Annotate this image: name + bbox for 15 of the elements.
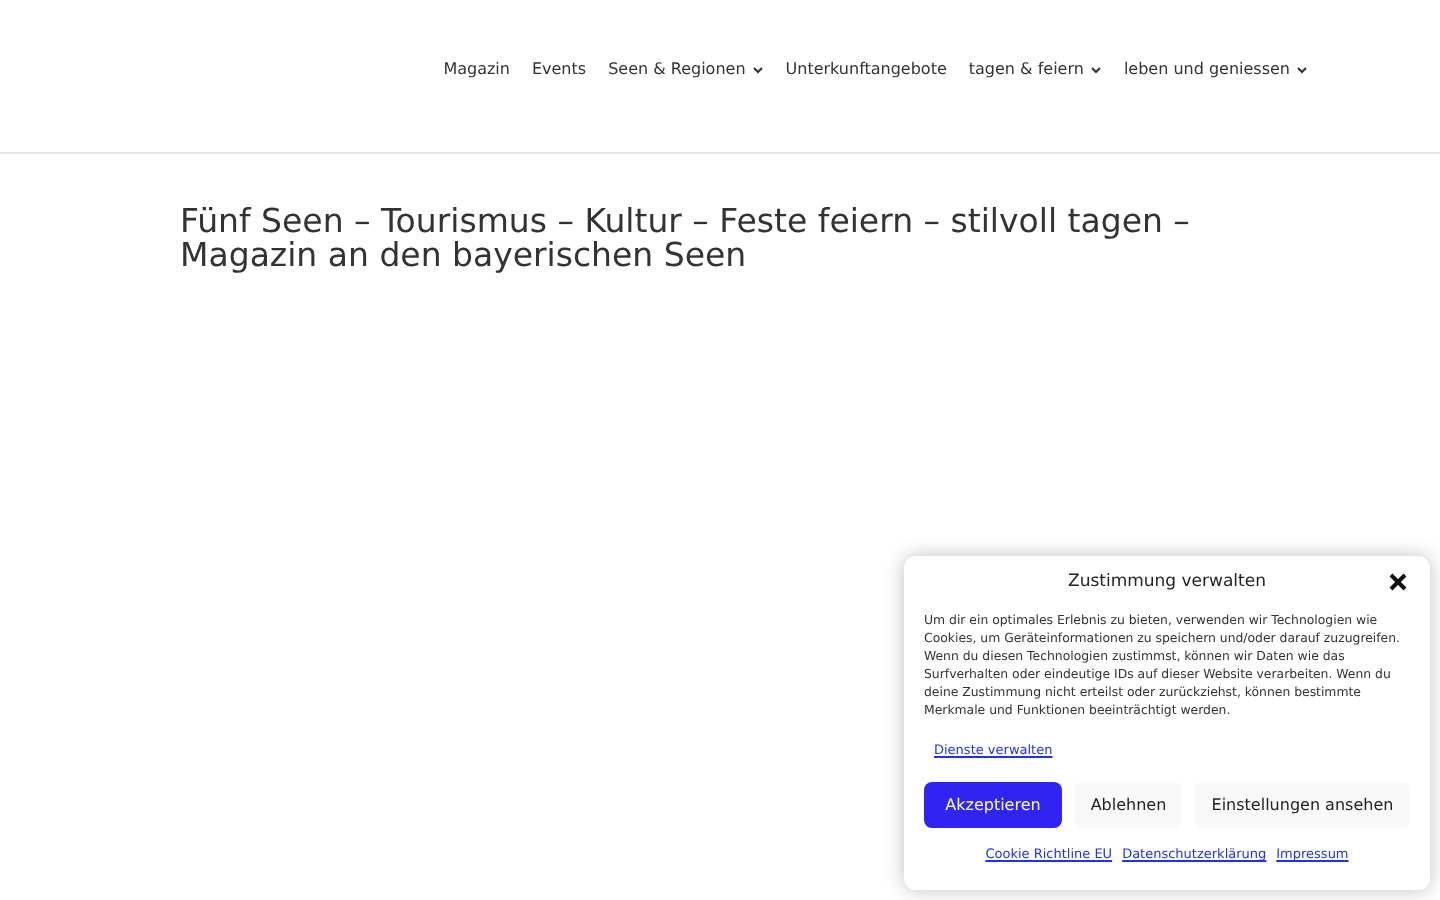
close-icon[interactable] xyxy=(1386,570,1410,594)
caret-icon xyxy=(1089,65,1102,73)
nav-link[interactable]: leben und geniessen xyxy=(1123,60,1308,78)
nav-link[interactable]: Unterkunftangebote xyxy=(785,60,947,78)
nav-link[interactable]: tagen & feiern xyxy=(968,60,1102,78)
nav-link[interactable]: Seen & Regionen xyxy=(608,60,764,78)
caret-icon xyxy=(1296,65,1308,73)
accept-button[interactable]: Akzeptieren xyxy=(924,782,1062,828)
dialog-button[interactable]: Einstellungen ansehen xyxy=(1194,782,1411,828)
nav-link[interactable]: Events xyxy=(531,60,587,78)
caret-icon xyxy=(751,65,764,73)
dialog-title: Zustimmung verwalten xyxy=(1068,572,1266,592)
nav-link[interactable]: Magazin xyxy=(443,60,510,78)
dialog-button[interactable]: Ablehnen xyxy=(1074,782,1183,828)
page-title: Fünf Seen – Tourismus – Kultur – Feste feiern – stilvoll tagen – Magazin an den bayerischen Seen xyxy=(180,204,1192,272)
